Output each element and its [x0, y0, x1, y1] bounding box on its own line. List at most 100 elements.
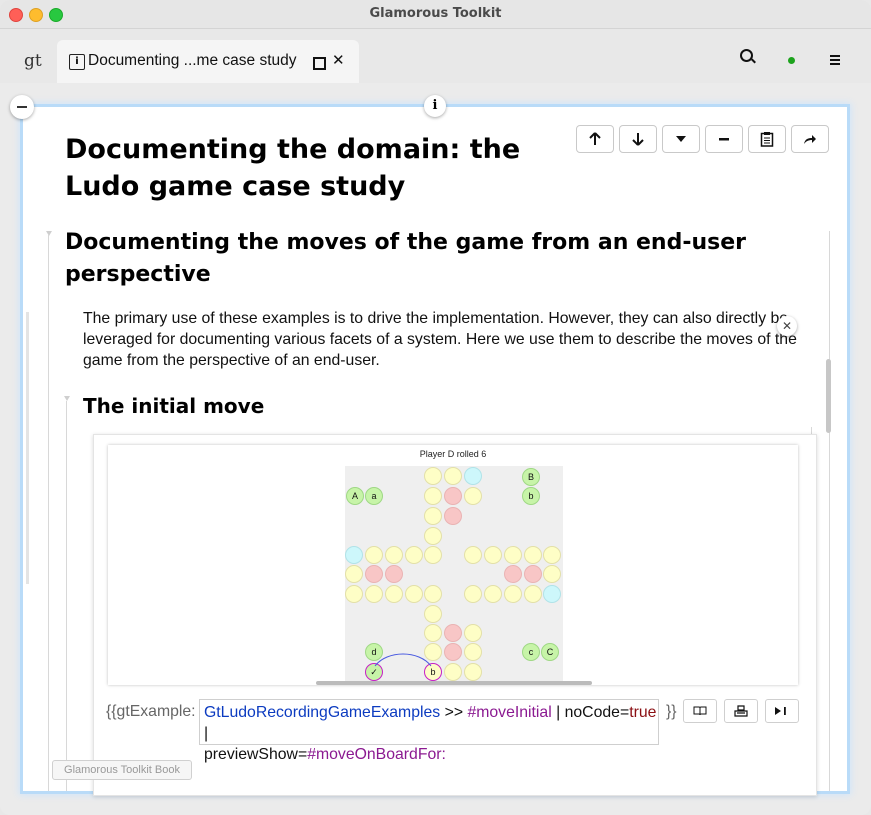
source-prefix: {{gtExample:	[106, 703, 196, 720]
copy-button[interactable]	[748, 125, 786, 153]
title-bar: Glamorous Toolkit	[0, 0, 871, 29]
board-cell	[504, 585, 522, 603]
share-button[interactable]	[791, 125, 829, 153]
source-editor[interactable]: GtLudoRecordingGameExamples >> #moveInit…	[199, 699, 659, 763]
remove-button[interactable]	[705, 125, 743, 153]
board-cell	[444, 467, 462, 485]
close-example-icon[interactable]: ✕	[777, 316, 797, 336]
section-paragraph: The primary use of these examples is to …	[83, 310, 797, 369]
example-snippet: Player D rolled 6 b A a B b d c C ✓ {{gt…	[93, 434, 817, 796]
source-true: true	[629, 704, 657, 721]
arrow-up-icon	[589, 131, 601, 145]
page-title: Documenting the domain: the Ludo game ca…	[65, 134, 521, 202]
source-suffix: }}	[666, 703, 677, 720]
maximize-icon[interactable]	[313, 57, 326, 70]
board-cell	[385, 585, 403, 603]
source-selector: #moveInitial	[467, 704, 552, 721]
tab-documenting[interactable]: i Documenting ...me case study ✕	[57, 40, 359, 83]
move-up-button[interactable]	[576, 125, 614, 153]
source-sep1: | noCode=	[551, 704, 630, 721]
board-cell-home	[365, 565, 383, 583]
board-cell	[424, 527, 442, 545]
board-cell	[484, 585, 502, 603]
close-tab-icon[interactable]: ✕	[332, 51, 345, 69]
section-guide-line	[48, 235, 49, 791]
token-b: b	[522, 487, 540, 505]
tab-title: Documenting ...me case study	[88, 52, 297, 69]
run-button[interactable]	[765, 699, 799, 723]
token-B: B	[522, 468, 540, 486]
board-preview: Player D rolled 6 b A a B b d c C ✓	[108, 445, 798, 685]
info-icon[interactable]: i	[424, 95, 446, 117]
source-line2-key: previewShow=	[204, 746, 308, 763]
board-cell	[424, 605, 442, 623]
ludo-board: b A a B b d c C ✓	[345, 466, 563, 685]
board-cell	[464, 546, 482, 564]
board-cell	[524, 585, 542, 603]
board-cell	[424, 467, 442, 485]
preview-scrollbar[interactable]	[316, 681, 592, 685]
board-cell	[464, 487, 482, 505]
board-cell	[484, 546, 502, 564]
token-A: A	[346, 487, 364, 505]
browse-button[interactable]	[683, 699, 717, 723]
app-window: Glamorous Toolkit gt i Documenting ...me…	[0, 0, 871, 815]
board-cell-home	[444, 487, 462, 505]
inspect-button[interactable]	[724, 699, 758, 723]
board-cell-home	[385, 565, 403, 583]
search-icon[interactable]	[740, 49, 753, 62]
book-page-pane: Documenting the domain: the Ludo game ca…	[23, 107, 847, 796]
board-cell	[504, 546, 522, 564]
board-cell	[464, 624, 482, 642]
token-a: a	[365, 487, 383, 505]
board-cell	[464, 585, 482, 603]
board-cell-home	[444, 507, 462, 525]
source-sep2: |	[204, 725, 209, 742]
board-cell-home	[504, 565, 522, 583]
source-class: GtLudoRecordingGameExamples	[204, 704, 441, 721]
roll-label: Player D rolled 6	[419, 449, 487, 459]
inspect-icon	[734, 705, 748, 717]
dropdown-icon	[676, 135, 686, 142]
board-cell	[345, 585, 363, 603]
board-cell-start	[345, 546, 363, 564]
board-cell	[543, 565, 561, 583]
board-cell	[424, 585, 442, 603]
clipboard-icon	[760, 131, 774, 147]
board-cell	[365, 585, 383, 603]
board-cell-home	[524, 565, 542, 583]
subsection-heading: The initial move	[83, 394, 265, 418]
board-cell-start	[543, 585, 561, 603]
board-cell	[524, 546, 542, 564]
board-cell	[405, 585, 423, 603]
move-down-button[interactable]	[619, 125, 657, 153]
tab-bar: gt i Documenting ...me case study ✕	[0, 29, 871, 83]
board-cell	[345, 565, 363, 583]
board-cell	[405, 546, 423, 564]
vertical-scrollbar[interactable]	[826, 359, 831, 433]
board-cell-home	[444, 624, 462, 642]
subsection-guide-line	[66, 401, 67, 791]
outer-scroll-track	[26, 312, 29, 584]
board-cell	[543, 546, 561, 564]
arrow-down-icon	[632, 132, 644, 146]
move-arc	[374, 653, 432, 667]
collapse-triangle-icon[interactable]	[46, 231, 52, 236]
board-cell-home	[444, 643, 462, 661]
menu-icon[interactable]	[830, 55, 840, 57]
collapse-page-button[interactable]	[10, 95, 34, 119]
dropdown-button[interactable]	[662, 125, 700, 153]
board-cell	[424, 507, 442, 525]
window-title: Glamorous Toolkit	[369, 6, 502, 21]
board-cell-start	[464, 467, 482, 485]
board-cell	[464, 663, 482, 681]
status-dot-icon[interactable]	[788, 57, 795, 64]
share-icon	[804, 134, 816, 144]
board-cell	[365, 546, 383, 564]
section-heading: Documenting the moves of the game from a…	[65, 230, 747, 287]
gt-logo[interactable]: gt	[24, 51, 42, 71]
play-step-icon	[775, 707, 786, 715]
book-icon	[693, 706, 707, 716]
book-link-button[interactable]: Glamorous Toolkit Book	[52, 760, 192, 780]
subsection-triangle-icon[interactable]	[64, 396, 70, 401]
